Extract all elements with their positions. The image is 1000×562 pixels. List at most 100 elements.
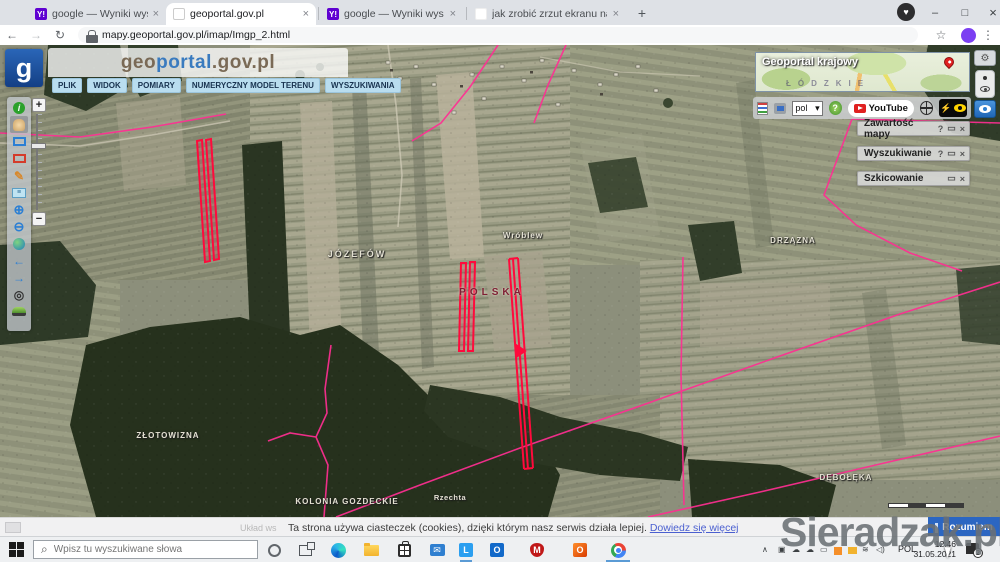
menu-nmt[interactable]: NUMERYCZNY MODEL TERENU [186, 78, 320, 93]
tab-geoportal-active[interactable]: g geoportal.gov.pl × [166, 3, 316, 25]
mail-icon[interactable]: ✉ [429, 542, 445, 558]
browser-address-bar: ← → ↻ mapy.geoportal.gov.pl/imap/Imgp_2.… [0, 25, 1000, 45]
taskbar-search[interactable]: ⌕ [33, 540, 258, 559]
map-tools-toolbar: i ✎ ≡ ⊕ ⊖ ← → ◎ [7, 97, 31, 331]
center-map-icon[interactable]: ◎ [10, 286, 28, 303]
edge-icon[interactable] [330, 542, 346, 558]
menu-pomiary[interactable]: POMIARY [132, 78, 181, 93]
accessibility-toggle[interactable]: ⚡ [939, 99, 967, 117]
print-icon[interactable] [774, 103, 786, 114]
url-text: mapy.geoportal.gov.pl/imap/Imgp_2.html [102, 29, 290, 41]
view-forward-icon[interactable]: → [10, 269, 28, 286]
tab-google-results-1[interactable]: Y! google — Wyniki wyszukiwarki Y × [28, 3, 166, 25]
new-tab-button[interactable]: + [630, 0, 654, 25]
draw-pencil-icon[interactable]: ✎ [10, 167, 28, 184]
menu-widok[interactable]: WIDOK [87, 78, 127, 93]
tab-close-icon[interactable]: × [613, 8, 619, 20]
browser-menu-icon[interactable]: ⋮ [976, 28, 1000, 42]
window-minimize-button[interactable]: – [920, 0, 950, 25]
cortana-icon[interactable] [266, 542, 282, 558]
task-view-icon[interactable] [297, 542, 313, 558]
info-icon[interactable]: i [10, 99, 28, 116]
mcafee-icon[interactable]: M [529, 542, 545, 558]
geoportal-logo[interactable]: g [5, 49, 43, 87]
view-back-icon[interactable]: ← [10, 252, 28, 269]
zoom-slider-track[interactable] [36, 114, 42, 210]
reload-icon[interactable]: ↻ [48, 28, 72, 42]
hand-glyph [13, 119, 25, 131]
panel-szkicowanie[interactable]: Szkicowanie ▭ × [857, 171, 970, 186]
place-label-rzechta: Rzechta [434, 493, 466, 502]
menu-wyszukiwania[interactable]: WYSZUKIWANIA [325, 78, 401, 93]
forward-icon[interactable]: → [24, 28, 48, 42]
language-select[interactable]: pol▾ [792, 101, 822, 116]
file-explorer-icon[interactable] [363, 542, 379, 558]
eye-icon[interactable] [980, 86, 990, 92]
panel-maximize-icon[interactable]: ▭ [947, 123, 956, 134]
start-button[interactable] [9, 542, 24, 557]
window-close-button[interactable]: × [978, 0, 1000, 25]
lightning-bolt-icon: ⚡ [940, 103, 951, 114]
zoom-slider-plus-button[interactable]: + [32, 98, 46, 112]
geoportal-title-bar: geoportal.gov.pl [48, 48, 348, 77]
previous-extent-icon[interactable] [10, 150, 28, 167]
chevron-down-icon: ▾ [815, 103, 820, 114]
office-icon[interactable]: O [572, 542, 588, 558]
tray-chevron-icon[interactable]: ∧ [762, 545, 768, 554]
lightshot-icon[interactable]: L [458, 542, 474, 558]
coordinate-system-status: Układ ws [240, 523, 277, 533]
panel-wyszukiwanie[interactable]: Wyszukiwanie ? ▭ × [857, 146, 970, 161]
tab-close-icon[interactable]: × [303, 8, 309, 20]
menu-plik[interactable]: PLIK [52, 78, 82, 93]
panel-zawartosc-mapy[interactable]: Zawartość mapy ? ▭ × [857, 121, 970, 136]
legend-icon[interactable] [757, 102, 768, 115]
window-maximize-button[interactable]: □ [950, 0, 980, 25]
zoom-window-icon[interactable] [10, 133, 28, 150]
minimap-settings-gear-icon[interactable]: ⚙ [974, 50, 996, 66]
tab-close-icon[interactable]: × [153, 8, 159, 20]
geoportal-menu-bar: PLIK WIDOK POMIARY NUMERYCZNY MODEL TERE… [52, 78, 401, 93]
panel-maximize-icon[interactable]: ▭ [947, 173, 956, 184]
zoom-in-icon[interactable]: ⊕ [10, 201, 28, 218]
map-options-toolbar: pol▾ ? YouTube ⚡ [753, 97, 971, 119]
status-bar-icon [5, 522, 21, 533]
panel-maximize-icon[interactable]: ▭ [947, 148, 956, 159]
panel-close-icon[interactable]: × [960, 149, 965, 159]
cookie-more-link[interactable]: Dowiedz się więcej [650, 522, 739, 534]
tab-close-icon[interactable]: × [450, 8, 456, 20]
geoportal-favicon-icon: g [173, 8, 185, 20]
panel-help-icon[interactable]: ? [938, 149, 944, 159]
panel-close-icon[interactable]: × [960, 124, 965, 134]
street-view-icon[interactable] [10, 303, 28, 320]
scale-window-icon[interactable]: ≡ [10, 184, 28, 201]
outlook-icon[interactable]: O [489, 542, 505, 558]
map-viewport[interactable]: JÓZEFÓW Wróblew POLSKA DRZĄZNA ZŁOTOWIZN… [0, 45, 1000, 517]
back-icon[interactable]: ← [0, 28, 24, 42]
zoom-slider-handle[interactable] [31, 143, 46, 149]
help-icon[interactable]: ? [829, 101, 842, 115]
full-extent-globe-icon[interactable] [10, 235, 28, 252]
pan-hand-icon[interactable] [10, 116, 28, 133]
tab-screenshot-howto[interactable]: G jak zrobić zrzut ekranu na laptop × [468, 3, 626, 25]
zoom-out-icon[interactable]: ⊖ [10, 218, 28, 235]
overview-minimap[interactable]: Geoportal krajowy ŁÓDZKIE [755, 52, 970, 92]
chrome-icon[interactable] [610, 542, 626, 558]
zoom-slider-minus-button[interactable]: − [32, 212, 46, 226]
profile-avatar[interactable] [961, 28, 976, 43]
bookmark-star-icon[interactable]: ☆ [929, 28, 953, 42]
dot-icon[interactable] [983, 76, 987, 80]
search-input[interactable] [54, 544, 234, 555]
url-omnibox[interactable]: mapy.geoportal.gov.pl/imap/Imgp_2.html [78, 27, 918, 43]
youtube-button[interactable]: YouTube [848, 100, 914, 117]
tab-title: geoportal.gov.pl [190, 8, 264, 20]
logo-text-geo: geo [121, 52, 156, 74]
browser-heart-icon[interactable]: ♥ [897, 3, 915, 21]
microsoft-store-icon[interactable] [396, 542, 412, 558]
folder-glyph [364, 545, 379, 556]
panel-close-icon[interactable]: × [960, 174, 965, 184]
place-label-drzazna: DRZĄZNA [770, 236, 816, 245]
panel-help-icon[interactable]: ? [938, 124, 944, 134]
website-globe-icon[interactable] [920, 101, 933, 115]
show-panels-eye-button[interactable] [974, 100, 996, 118]
tab-google-results-2[interactable]: Y! google — Wyniki wyszukiwarki Y × [320, 3, 463, 25]
